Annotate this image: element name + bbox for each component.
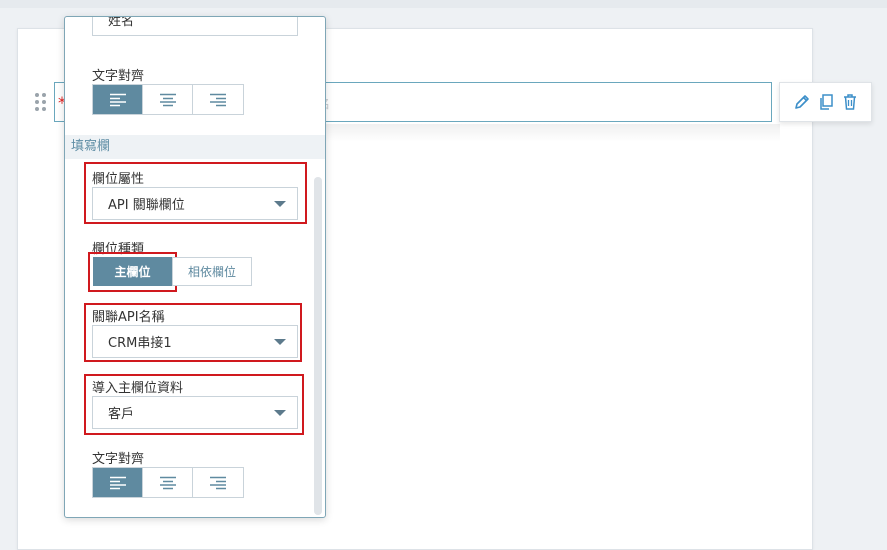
trash-icon[interactable] bbox=[840, 92, 860, 112]
field-property-select[interactable]: API 關聯欄位 bbox=[92, 187, 298, 220]
align-center-button[interactable] bbox=[143, 85, 193, 114]
align-center-icon bbox=[159, 93, 176, 106]
field-shadow bbox=[320, 124, 780, 142]
align-right-icon bbox=[210, 476, 226, 489]
field-toolbar bbox=[779, 82, 872, 122]
field-type-primary-button[interactable]: 主欄位 bbox=[93, 257, 172, 286]
align-center-button[interactable] bbox=[143, 468, 193, 497]
field-name-input[interactable]: 姓名 bbox=[92, 16, 298, 36]
pencil-icon[interactable] bbox=[792, 92, 812, 112]
top-shade bbox=[0, 0, 887, 8]
chevron-down-icon bbox=[274, 339, 286, 345]
api-name-label: 關聯API名稱 bbox=[92, 310, 165, 325]
field-property-value: API 關聯欄位 bbox=[108, 198, 185, 213]
align-left-button[interactable] bbox=[93, 85, 143, 114]
align-left-icon bbox=[109, 93, 126, 106]
align-left-icon bbox=[109, 476, 126, 489]
drag-handle-icon[interactable] bbox=[35, 93, 49, 111]
align-right-icon bbox=[210, 93, 226, 106]
text-align-group-bottom bbox=[92, 467, 244, 498]
api-name-select[interactable]: CRM串接1 bbox=[92, 325, 298, 358]
field-type-dependent-button[interactable]: 相依欄位 bbox=[172, 257, 252, 286]
chevron-down-icon bbox=[274, 410, 286, 416]
copy-icon[interactable] bbox=[816, 92, 836, 112]
field-settings-panel: 姓名 文字對齊 填寫欄 欄位屬性 API 關聯欄位 欄位種類 主欄位 相依欄位 … bbox=[64, 16, 326, 518]
field-name-value: 姓名 bbox=[108, 16, 135, 29]
text-align-label: 文字對齊 bbox=[92, 69, 145, 84]
chevron-down-icon bbox=[274, 201, 286, 207]
import-source-value: 客戶 bbox=[108, 407, 135, 422]
field-property-label: 欄位屬性 bbox=[92, 172, 145, 187]
import-source-label: 導入主欄位資料 bbox=[92, 381, 184, 396]
align-right-button[interactable] bbox=[193, 468, 243, 497]
scrollbar-thumb[interactable] bbox=[314, 177, 322, 515]
align-center-icon bbox=[159, 476, 176, 489]
align-left-button[interactable] bbox=[93, 468, 143, 497]
text-align-label-bottom: 文字對齊 bbox=[92, 452, 145, 467]
align-right-button[interactable] bbox=[193, 85, 243, 114]
text-align-group-top bbox=[92, 84, 244, 115]
section-header: 填寫欄 bbox=[65, 135, 325, 159]
api-name-value: CRM串接1 bbox=[108, 336, 172, 351]
import-source-select[interactable]: 客戶 bbox=[92, 396, 298, 429]
